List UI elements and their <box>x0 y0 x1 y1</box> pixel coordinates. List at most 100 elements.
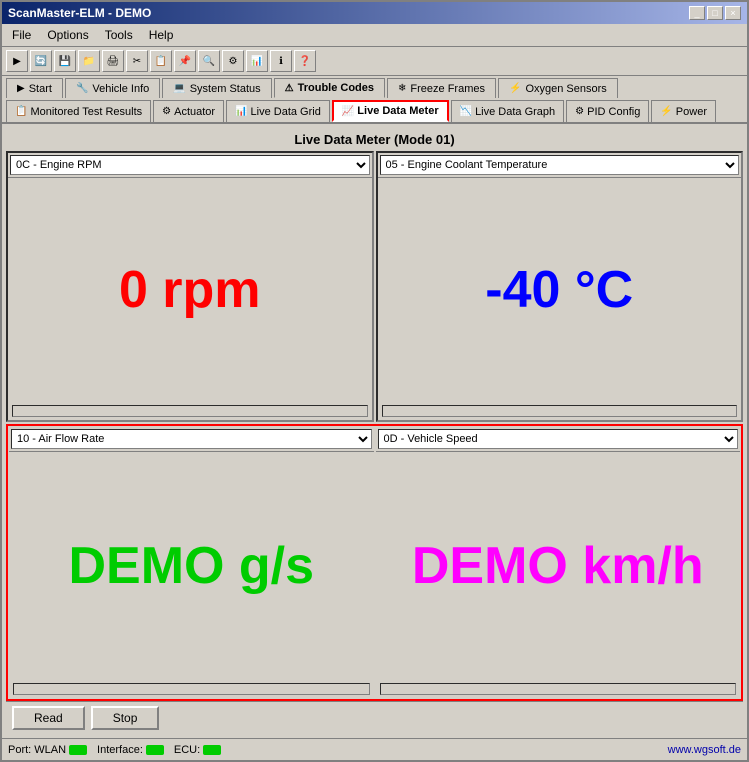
meter-vehicle-speed: 0D - Vehicle Speed DEMO km/h <box>376 427 741 698</box>
stop-button[interactable]: Stop <box>91 706 160 730</box>
meter-coolant-bar-area <box>378 402 742 420</box>
tab-live-data-graph[interactable]: 📉 Live Data Graph <box>451 100 565 122</box>
meter-rpm-bar-area <box>8 402 372 420</box>
meter-coolant-temp: 05 - Engine Coolant Temperature -40 °C <box>376 151 744 422</box>
action-buttons: Read Stop <box>6 701 743 734</box>
toolbar: ▶ 🔄 💾 📁 🖨 ✂ 📋 📌 🔍 ⚙ 📊 ℹ ❓ <box>2 47 747 76</box>
toolbar-btn-5[interactable]: 🖨 <box>102 50 124 72</box>
port-led <box>69 745 87 755</box>
tab-start[interactable]: ▶ Start <box>6 78 63 98</box>
menu-bar: File Options Tools Help <box>2 24 747 47</box>
meter-airflow-dropdown: 10 - Air Flow Rate <box>9 427 374 452</box>
tab-system-status[interactable]: 💻 System Status <box>162 78 271 98</box>
vehicle-info-icon: 🔧 <box>76 83 88 94</box>
tab-monitored-test-results[interactable]: 📋 Monitored Test Results <box>6 100 151 122</box>
tab-power-label: Power <box>676 106 707 118</box>
window-title: ScanMaster-ELM - DEMO <box>8 6 151 20</box>
meter-airflow-bar <box>13 683 370 695</box>
close-button[interactable]: × <box>725 6 741 20</box>
toolbar-btn-1[interactable]: ▶ <box>6 50 28 72</box>
meter-coolant-bar <box>382 405 738 417</box>
tab-monitored-label: Monitored Test Results <box>30 106 142 118</box>
meter-rpm-bar <box>12 405 368 417</box>
toolbar-btn-12[interactable]: ℹ <box>270 50 292 72</box>
maximize-button[interactable]: □ <box>707 6 723 20</box>
meter-speed-dropdown: 0D - Vehicle Speed <box>376 427 741 452</box>
meter-coolant-dropdown: 05 - Engine Coolant Temperature <box>378 153 742 178</box>
content-area: Live Data Meter (Mode 01) 0C - Engine RP… <box>2 124 747 738</box>
meter-speed-bar-area <box>376 680 741 698</box>
tab-live-data-meter[interactable]: 📈 Live Data Meter <box>332 100 449 122</box>
port-label: Port: <box>8 744 31 756</box>
port-value: WLAN <box>34 744 66 756</box>
tab-live-data-grid[interactable]: 📊 Live Data Grid <box>226 100 330 122</box>
toolbar-btn-11[interactable]: 📊 <box>246 50 268 72</box>
toolbar-btn-10[interactable]: ⚙ <box>222 50 244 72</box>
tabs-row1: ▶ Start 🔧 Vehicle Info 💻 System Status ⚠… <box>2 76 747 98</box>
meter-coolant-select[interactable]: 05 - Engine Coolant Temperature <box>380 155 740 175</box>
actuator-icon: ⚙ <box>162 106 171 117</box>
pid-config-icon: ⚙ <box>575 106 584 117</box>
tab-live-data-grid-label: Live Data Grid <box>251 106 321 118</box>
menu-options[interactable]: Options <box>41 26 94 44</box>
meter-rpm-select[interactable]: 0C - Engine RPM <box>10 155 370 175</box>
menu-file[interactable]: File <box>6 26 37 44</box>
toolbar-btn-6[interactable]: ✂ <box>126 50 148 72</box>
tab-system-status-label: System Status <box>190 83 261 95</box>
tab-vehicle-info[interactable]: 🔧 Vehicle Info <box>65 78 160 98</box>
minimize-button[interactable]: _ <box>689 6 705 20</box>
toolbar-btn-9[interactable]: 🔍 <box>198 50 220 72</box>
interface-label: Interface: <box>97 744 143 756</box>
meter-engine-rpm: 0C - Engine RPM 0 rpm <box>6 151 374 422</box>
meter-airflow-select[interactable]: 10 - Air Flow Rate <box>11 429 372 449</box>
toolbar-btn-8[interactable]: 📌 <box>174 50 196 72</box>
meter-speed-bar <box>380 683 737 695</box>
ecu-led <box>203 745 221 755</box>
power-icon: ⚡ <box>660 106 672 117</box>
meter-speed-value: DEMO km/h <box>412 536 704 596</box>
tab-power[interactable]: ⚡ Power <box>651 100 716 122</box>
tab-live-data-meter-label: Live Data Meter <box>357 105 438 117</box>
interface-led <box>146 745 164 755</box>
menu-tools[interactable]: Tools <box>99 26 139 44</box>
meter-speed-select[interactable]: 0D - Vehicle Speed <box>378 429 739 449</box>
meter-coolant-value: -40 °C <box>485 260 633 320</box>
tab-vehicle-info-label: Vehicle Info <box>92 83 149 95</box>
freeze-frames-icon: ❄ <box>398 83 406 94</box>
toolbar-btn-7[interactable]: 📋 <box>150 50 172 72</box>
section-title: Live Data Meter (Mode 01) <box>6 128 743 151</box>
start-icon: ▶ <box>17 83 25 94</box>
tab-pid-config-label: PID Config <box>587 106 640 118</box>
tab-actuator[interactable]: ⚙ Actuator <box>153 100 224 122</box>
toolbar-btn-13[interactable]: ❓ <box>294 50 316 72</box>
trouble-codes-icon: ⚠ <box>285 83 294 94</box>
tab-oxygen-sensors[interactable]: ⚡ Oxygen Sensors <box>498 78 618 98</box>
meter-rpm-dropdown: 0C - Engine RPM <box>8 153 372 178</box>
system-status-icon: 💻 <box>173 83 185 94</box>
menu-help[interactable]: Help <box>143 26 180 44</box>
tab-trouble-codes[interactable]: ⚠ Trouble Codes <box>274 78 385 98</box>
meter-airflow-value-area: DEMO g/s <box>9 452 374 680</box>
tab-actuator-label: Actuator <box>174 106 215 118</box>
live-data-meter-icon: 📈 <box>342 106 354 117</box>
meter-rpm-value: 0 rpm <box>119 260 261 320</box>
toolbar-btn-4[interactable]: 📁 <box>78 50 100 72</box>
meter-air-flow: 10 - Air Flow Rate DEMO g/s <box>9 427 374 698</box>
status-interface: Interface: <box>97 744 164 756</box>
status-left: Port: WLAN Interface: ECU: <box>8 744 221 756</box>
meters-container: 0C - Engine RPM 0 rpm 05 - Engine Coolan… <box>6 151 743 701</box>
meters-top-row: 0C - Engine RPM 0 rpm 05 - Engine Coolan… <box>6 151 743 422</box>
read-button[interactable]: Read <box>12 706 85 730</box>
tabs-row2: 📋 Monitored Test Results ⚙ Actuator 📊 Li… <box>2 98 747 124</box>
meter-coolant-value-area: -40 °C <box>378 178 742 402</box>
toolbar-btn-3[interactable]: 💾 <box>54 50 76 72</box>
tab-pid-config[interactable]: ⚙ PID Config <box>566 100 649 122</box>
website-url: www.wgsoft.de <box>668 744 741 756</box>
tab-freeze-frames[interactable]: ❄ Freeze Frames <box>387 78 496 98</box>
toolbar-btn-2[interactable]: 🔄 <box>30 50 52 72</box>
ecu-label: ECU: <box>174 744 200 756</box>
title-bar: ScanMaster-ELM - DEMO _ □ × <box>2 2 747 24</box>
meters-bottom-row-demo: 10 - Air Flow Rate DEMO g/s 0D - Vehicle <box>6 424 743 701</box>
tab-live-data-graph-label: Live Data Graph <box>475 106 555 118</box>
tab-oxygen-sensors-label: Oxygen Sensors <box>525 83 606 95</box>
